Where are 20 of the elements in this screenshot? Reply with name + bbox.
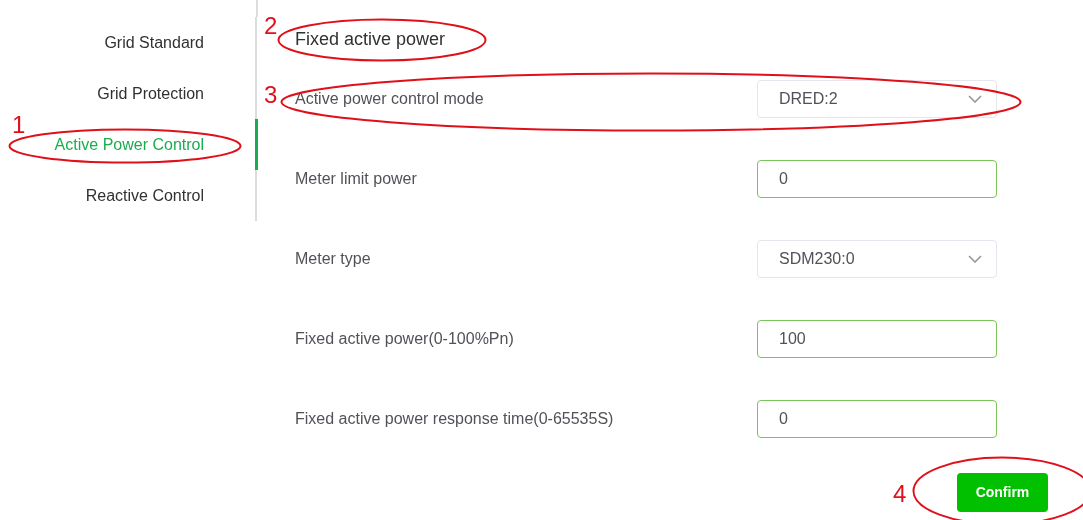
field-label: Active power control mode	[295, 89, 485, 109]
dropdown[interactable]: DRED:2	[757, 80, 997, 118]
chevron-down-icon	[968, 95, 982, 103]
annotation-number: 2	[264, 14, 278, 38]
annotation-number: 3	[264, 83, 278, 107]
field-label: Fixed active power response time(0-65535S)	[295, 409, 615, 429]
section-title: Fixed active power	[295, 28, 446, 51]
chevron-down-icon	[968, 255, 982, 263]
sidebar-item[interactable]: Grid Protection	[97, 81, 204, 106]
dropdown[interactable]: SDM230:0	[757, 240, 997, 278]
annotation-number: 4	[893, 482, 907, 506]
input-field[interactable]: 0	[757, 160, 997, 198]
field-label: Meter type	[295, 249, 372, 269]
field-label: Fixed active power(0-100%Pn)	[295, 329, 515, 349]
field-label: Meter limit power	[295, 169, 418, 189]
sidebar-item[interactable]: Grid Standard	[104, 30, 204, 55]
sidebar-item[interactable]: Reactive Control	[85, 183, 204, 208]
input-field[interactable]: 0	[757, 400, 997, 438]
input-field[interactable]: 100	[757, 320, 997, 358]
annotation-number: 1	[12, 113, 26, 137]
